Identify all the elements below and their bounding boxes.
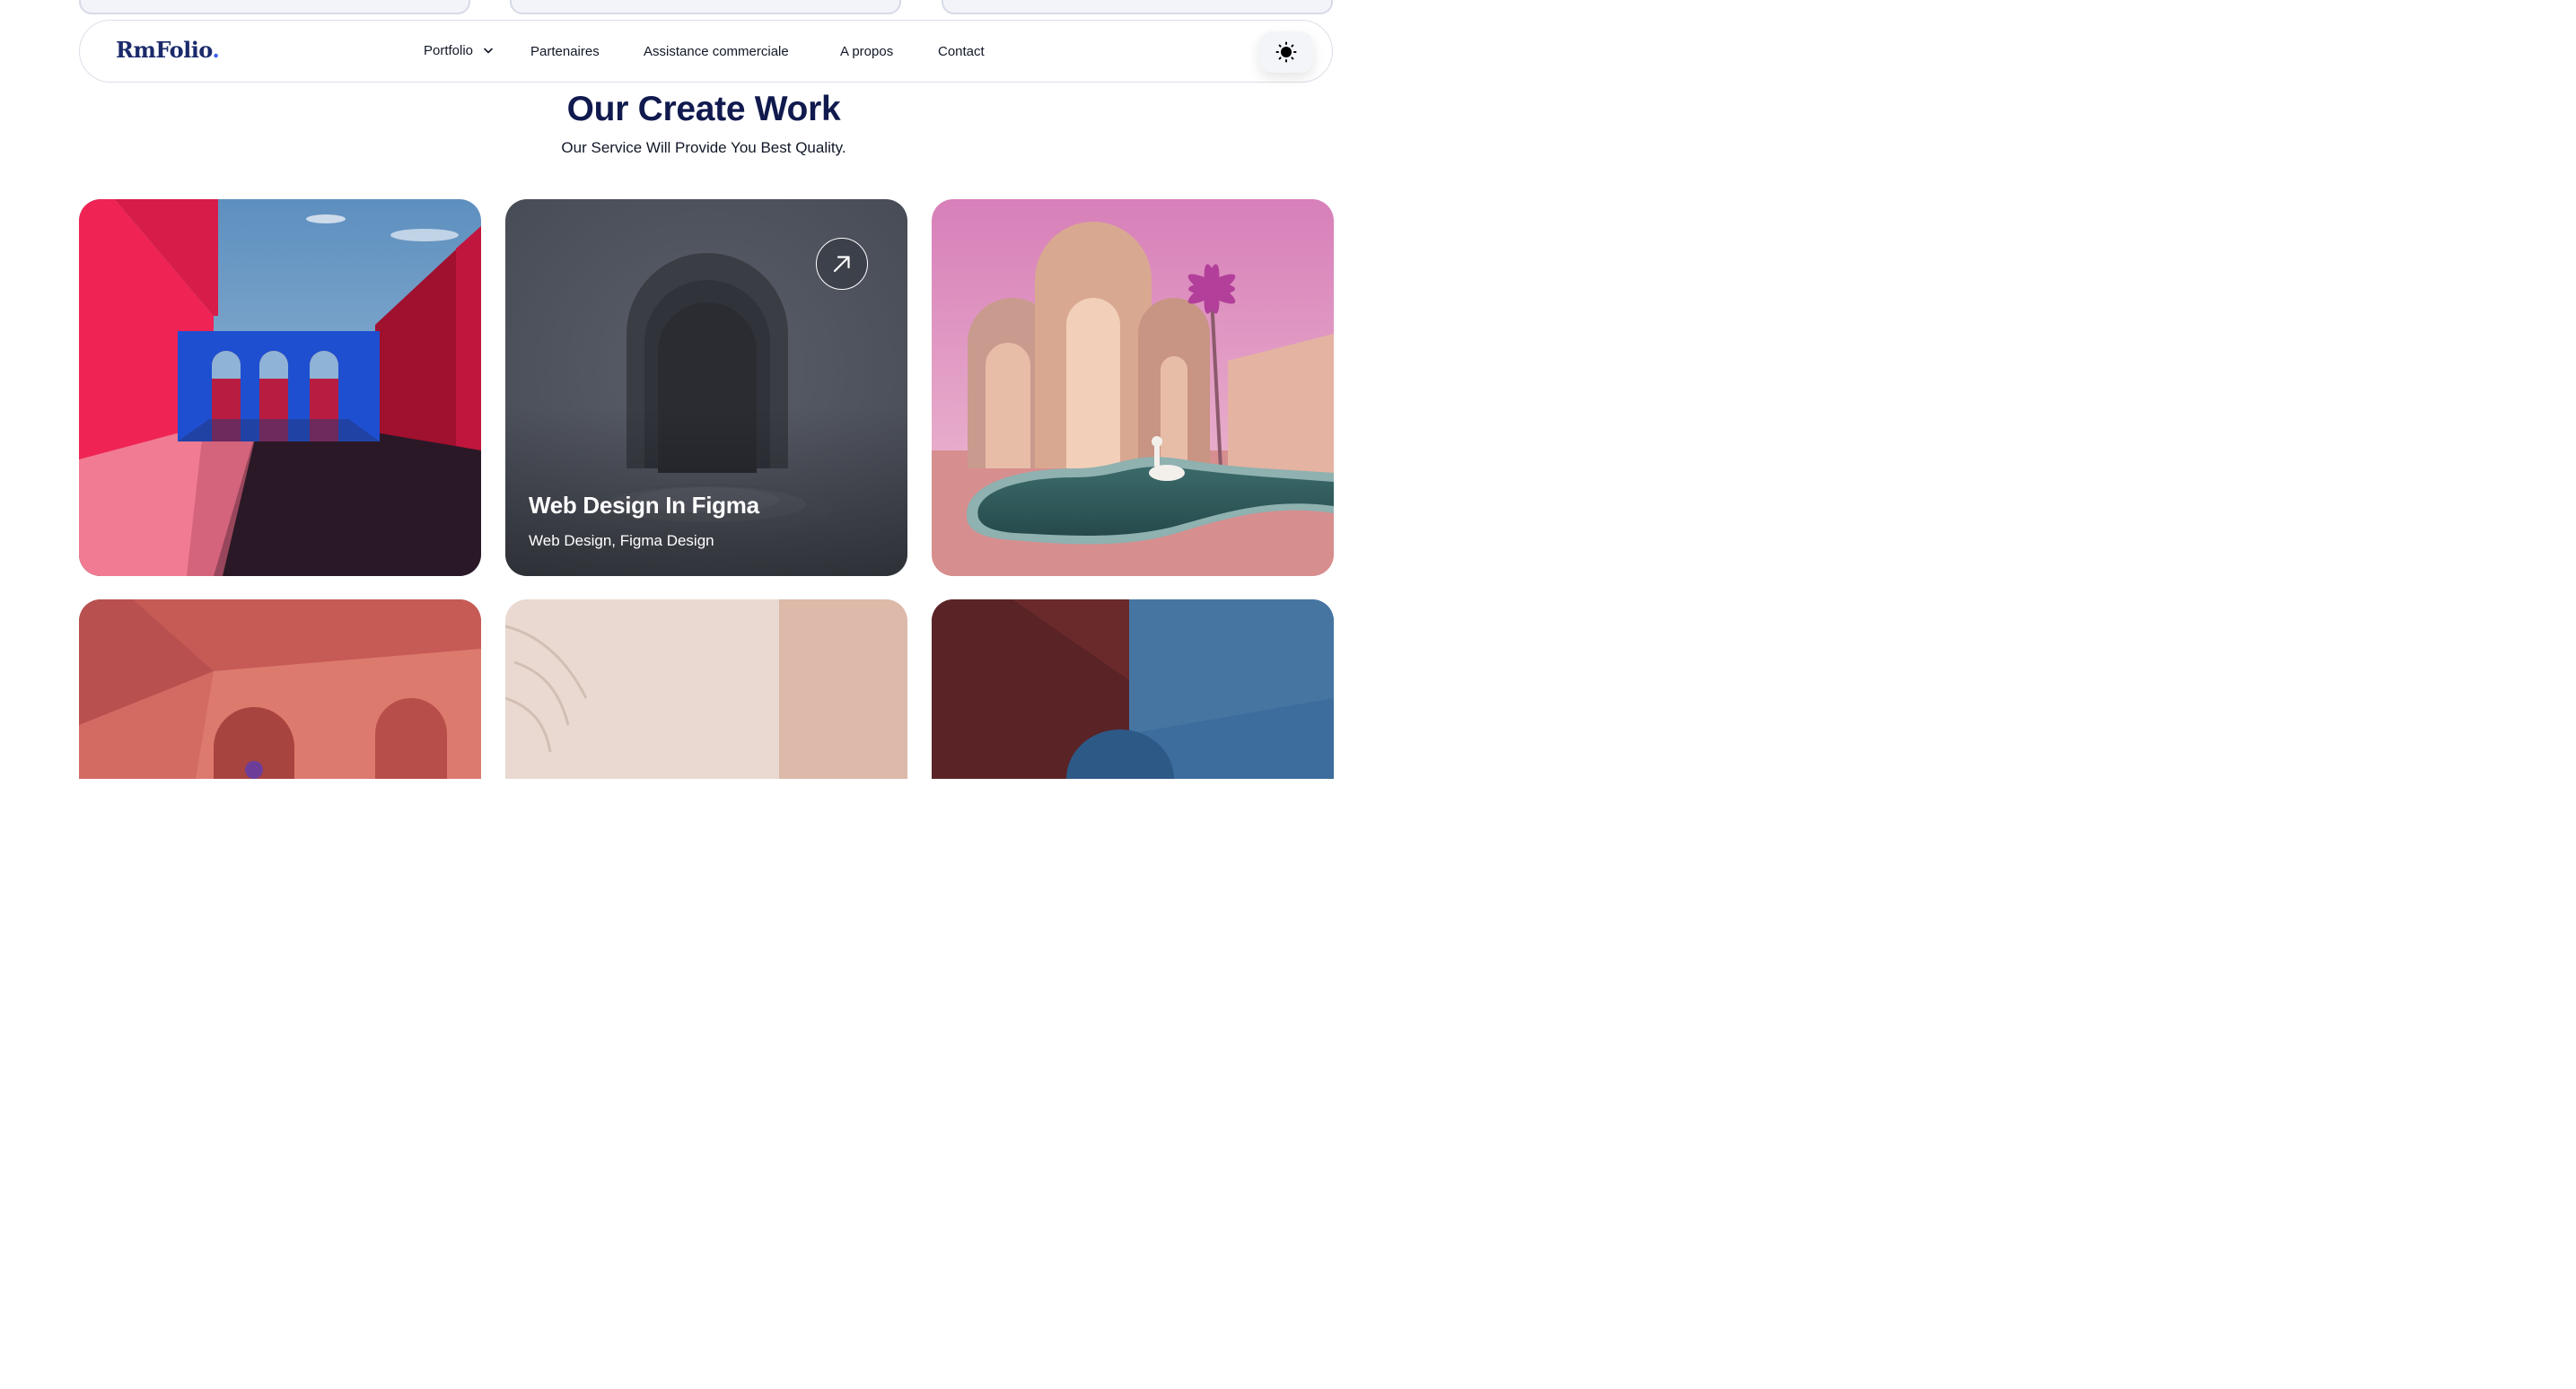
logo-dot: .: [212, 37, 220, 63]
card-tags: Web Design, Figma Design: [529, 532, 714, 549]
section-title: Our Create Work: [566, 90, 841, 128]
portfolio-image: [79, 599, 481, 779]
previous-card-edge: [510, 0, 901, 14]
logo[interactable]: RmFolio.: [116, 37, 220, 63]
portfolio-card[interactable]: [505, 599, 907, 779]
navbar: RmFolio. Portfolio Partenaires Assistanc…: [79, 20, 1333, 83]
nav-item-contact[interactable]: Contact: [938, 44, 985, 59]
nav-item-label: Portfolio: [424, 43, 474, 58]
chevron-down-icon: [484, 48, 493, 54]
arrow-up-right-icon: [833, 256, 850, 273]
section-subtitle: Our Service Will Provide You Best Qualit…: [561, 139, 846, 156]
previous-card-edge: [942, 0, 1333, 14]
portfolio-image: [932, 199, 1334, 576]
portfolio-image: [79, 199, 481, 576]
portfolio-card[interactable]: [79, 599, 481, 779]
card-title: Web Design In Figma: [529, 492, 759, 519]
portfolio-image: [505, 599, 907, 779]
logo-text: RmFolio: [116, 37, 213, 63]
portfolio-image: [932, 599, 1334, 779]
nav-item-a-propos[interactable]: A propos: [840, 44, 893, 59]
portfolio-card-featured[interactable]: Web Design In Figma Web Design, Figma De…: [505, 199, 907, 576]
nav-item-partenaires[interactable]: Partenaires: [530, 44, 600, 59]
nav-item-portfolio[interactable]: Portfolio: [424, 43, 493, 58]
portfolio-card[interactable]: [79, 199, 481, 576]
sun-icon: [1275, 41, 1297, 63]
nav-item-assistance-commerciale[interactable]: Assistance commerciale: [644, 44, 789, 59]
theme-toggle-button[interactable]: [1259, 31, 1313, 73]
portfolio-card[interactable]: [932, 199, 1334, 576]
portfolio-card[interactable]: [932, 599, 1334, 779]
open-project-button[interactable]: [816, 238, 868, 290]
previous-card-edge: [79, 0, 470, 14]
